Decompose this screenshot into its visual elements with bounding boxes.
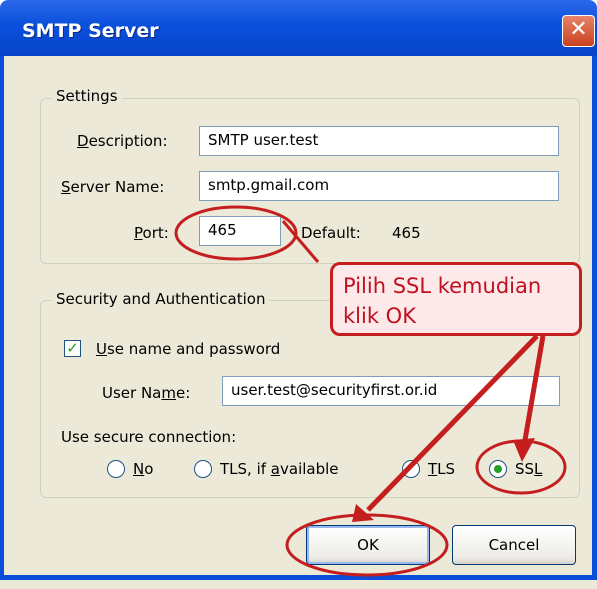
- security-group-label: Security and Authentication: [52, 290, 270, 308]
- title-bar: SMTP Server ✕: [0, 0, 597, 56]
- user-name-label: User Name:: [102, 384, 191, 402]
- default-port-label: Default:: [301, 224, 361, 242]
- instruction-callout: Pilih SSL kemudian klik OK: [330, 262, 582, 336]
- server-name-label: Server Name:: [61, 178, 165, 196]
- callout-line-2: klik OK: [343, 304, 416, 328]
- checkmark-icon: ✓: [66, 339, 79, 357]
- close-icon: ✕: [569, 17, 588, 42]
- description-field[interactable]: SMTP user.test: [199, 126, 559, 156]
- close-button[interactable]: ✕: [562, 15, 595, 47]
- port-field[interactable]: 465: [199, 216, 281, 246]
- description-label: Description:: [77, 132, 168, 150]
- port-label: Port:: [134, 224, 169, 242]
- radio-tls-if-available-label: TLS, if available: [220, 460, 339, 478]
- radio-no-label: No: [133, 460, 154, 478]
- radio-ssl-label: SSL: [515, 460, 543, 478]
- radio-ssl[interactable]: [489, 460, 507, 478]
- use-name-password-checkbox[interactable]: ✓: [64, 340, 81, 357]
- radio-no[interactable]: [107, 460, 125, 478]
- callout-line-1: Pilih SSL kemudian: [343, 274, 542, 298]
- window-border-right: [592, 56, 597, 576]
- settings-group-label: Settings: [52, 87, 122, 105]
- use-name-password-label: Use name and password: [96, 340, 281, 358]
- cancel-button[interactable]: Cancel: [452, 525, 576, 565]
- user-name-field[interactable]: user.test@securityfirst.or.id: [222, 376, 560, 406]
- default-port-value: 465: [392, 224, 421, 242]
- ok-button[interactable]: OK: [306, 525, 430, 565]
- radio-tls-if-available[interactable]: [194, 460, 212, 478]
- secure-connection-label: Use secure connection:: [61, 428, 237, 446]
- radio-tls-label: TLS: [428, 460, 456, 478]
- server-name-field[interactable]: smtp.gmail.com: [199, 171, 559, 201]
- window-title: SMTP Server: [22, 20, 159, 42]
- window-border-bottom: [0, 575, 597, 580]
- radio-selected-dot: [494, 465, 502, 473]
- window-border-left: [0, 56, 4, 576]
- radio-tls[interactable]: [402, 460, 420, 478]
